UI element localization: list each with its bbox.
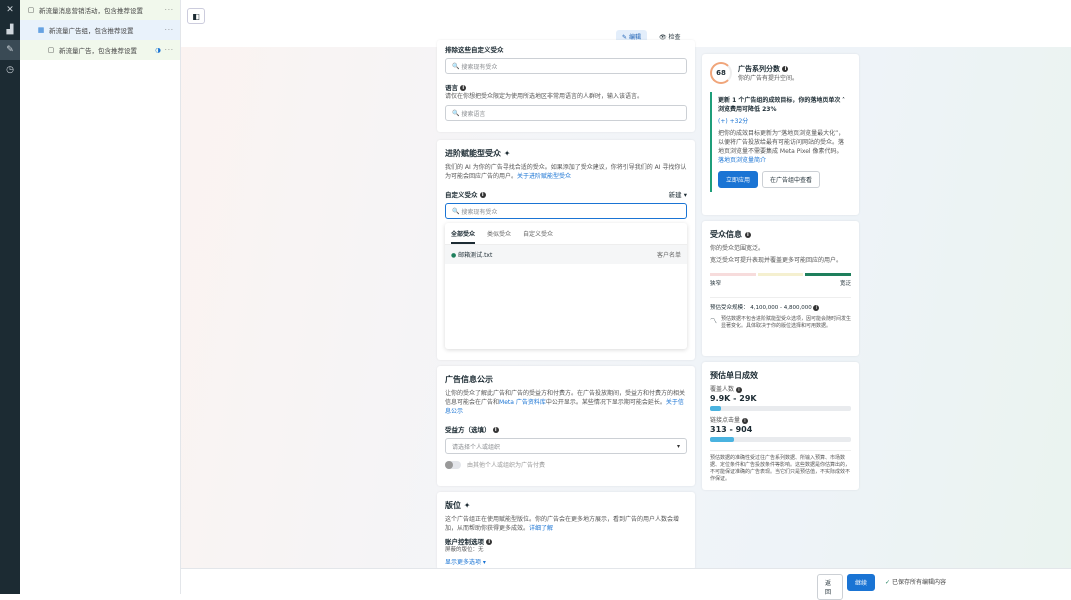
disclosure-card: 广告信息公示 让你的受众了解此广告和广告的受益方和付费方。在广告投放期间，受益方…: [437, 366, 695, 486]
status-dot-icon: ●: [451, 252, 457, 259]
grid-icon: ▦: [37, 26, 45, 34]
view-in-adset-button[interactable]: 在广告组中查看: [762, 171, 821, 188]
footer-bar: ✓ 已保存所有编辑内容 返回 继续: [181, 568, 1071, 600]
recommendation: 更新 1 个广告组的成效目标，你的落地页单次浏览费用可降低 23% ˄ (+) +…: [710, 92, 851, 192]
payer-toggle[interactable]: [445, 460, 461, 469]
estimated-results-card: 预估单日成效 覆盖人数 i 9.9K - 29K 链接点击量 i 313 - 9…: [702, 362, 859, 490]
advantage-link[interactable]: 关于进阶赋能型受众: [517, 173, 571, 180]
main-area: ◧ ✎ 编辑 👁 检查 排除这些自定义受众 🔍 搜索现有受众 语言 i 请仅在你…: [181, 0, 1071, 600]
info-icon: i: [813, 304, 820, 311]
status-half-icon: ◑: [155, 46, 161, 54]
sparkle-icon: ✦: [503, 149, 511, 158]
close-icon[interactable]: ✕: [0, 0, 20, 20]
sparkle-icon: ✦: [463, 501, 471, 510]
campaign-score-card: 68 广告系列分数 i 你的广告有提升空间。 更新 1 个广告组的成效目标，你的落…: [702, 54, 859, 215]
language-search-input[interactable]: 🔍 搜索语言: [445, 105, 687, 121]
tree-item-adset[interactable]: ▦ 新流量广告组，包含推荐设置 ···: [20, 20, 180, 40]
info-icon: i: [735, 386, 742, 393]
new-audience-dropdown[interactable]: 新建 ▾: [669, 189, 687, 199]
campaign-tree: ▢ 新流量消息营销活动，包含推荐设置 ··· ▦ 新流量广告组，包含推荐设置 ··· ▢…: [20, 0, 181, 594]
reach-bar: [710, 406, 851, 411]
info-icon: i: [741, 417, 748, 424]
landing-page-link[interactable]: 落地页浏览量简介: [718, 157, 766, 164]
score-gauge: 68: [710, 62, 732, 84]
info-icon: i: [492, 427, 499, 433]
ad-icon: ▢: [47, 46, 55, 54]
learn-more-link[interactable]: 详细了解: [529, 525, 553, 532]
check-icon: ✓: [885, 579, 891, 586]
custom-audience-search-input[interactable]: 🔍 搜索现有受众: [445, 203, 687, 219]
exclude-search-input[interactable]: 🔍 搜索现有受众: [445, 58, 687, 74]
advantage-audience-card: 进阶赋能型受众 ✦ 我们的 AI 为你的广告寻找合适的受众。如果添加了受众建议，…: [437, 140, 695, 360]
history-icon[interactable]: ◷: [0, 60, 20, 80]
back-button[interactable]: 返回: [817, 574, 843, 600]
clicks-bar: [710, 437, 851, 442]
sidebar-toggle-icon[interactable]: ◧: [187, 8, 205, 24]
collapse-chevron-icon[interactable]: ˄: [842, 96, 845, 114]
info-icon: i: [744, 231, 751, 238]
continue-button[interactable]: 继续: [847, 574, 876, 591]
apply-now-button[interactable]: 立即应用: [718, 171, 759, 188]
edit-pencil-icon[interactable]: ✎: [0, 40, 20, 60]
tab-all-audiences[interactable]: 全部受众: [451, 229, 476, 244]
more-icon[interactable]: ···: [165, 46, 174, 54]
info-icon: i: [479, 192, 486, 198]
trend-icon: 〽: [710, 317, 717, 325]
beneficiary-select[interactable]: 请选择个人或组织 ▾: [445, 438, 687, 454]
exclude-audience-card: 排除这些自定义受众 🔍 搜索现有受众 语言 i 请仅在你想把受众限定为使用所选地…: [437, 40, 695, 132]
show-more-options-link[interactable]: 显示更多选项 ▾: [445, 558, 687, 567]
audience-dropdown: 全部受众 类似受众 自定义受众 ● 邮箱测试.txt 客户名单: [445, 223, 687, 349]
chart-icon[interactable]: ▟: [0, 20, 20, 40]
more-icon[interactable]: ···: [165, 26, 174, 34]
ad-library-link[interactable]: Meta 广告资料库: [499, 399, 546, 406]
tree-item-campaign[interactable]: ▢ 新流量消息营销活动，包含推荐设置 ···: [20, 0, 180, 20]
tree-item-ad[interactable]: ▢ 新流量广告，包含推荐设置 ◑ ···: [20, 40, 180, 60]
info-icon: i: [460, 85, 467, 91]
tab-lookalike[interactable]: 类似受众: [487, 229, 511, 244]
tab-custom[interactable]: 自定义受众: [523, 229, 553, 244]
left-rail: ✕ ▟ ✎ ◷: [0, 0, 20, 594]
more-icon[interactable]: ···: [165, 6, 174, 14]
audience-breadth-meter: [710, 273, 852, 276]
audience-list-item[interactable]: ● 邮箱测试.txt 客户名单: [445, 245, 687, 264]
info-icon: i: [782, 65, 789, 72]
info-icon: i: [486, 539, 493, 545]
chevron-down-icon: ▾: [676, 442, 680, 450]
folder-icon: ▢: [27, 6, 35, 14]
audience-info-card: 受众信息 i 你的受众范围宽泛。 宽泛受众可提升表现并覆盖更多可能回应的用户。 …: [702, 221, 859, 356]
placement-card: 版位 ✦ 这个广告组正在使用赋能型版位。你的广告会在更多地方展示，看到广告的用户…: [437, 492, 695, 570]
